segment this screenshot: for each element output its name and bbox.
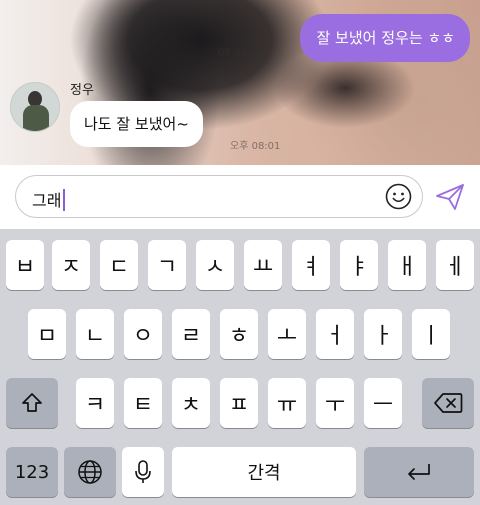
message-input-bar: 그래 xyxy=(0,165,480,229)
avatar[interactable] xyxy=(10,82,60,132)
key-yo[interactable]: ㅛ xyxy=(244,240,282,290)
key-eu[interactable]: ㅡ xyxy=(364,378,402,428)
key-p[interactable]: ㅍ xyxy=(220,378,258,428)
chat-area: 잘 보냈어 정우는 ㅎㅎ 08:01 정우 나도 잘 보냈어~ 오후 08:01 xyxy=(0,0,480,165)
numbers-key[interactable]: 123 xyxy=(6,447,58,497)
return-icon xyxy=(404,461,434,483)
key-o[interactable]: ㅗ xyxy=(268,309,306,359)
delete-key[interactable] xyxy=(422,378,474,428)
key-ae[interactable]: ㅐ xyxy=(388,240,426,290)
key-h[interactable]: ㅎ xyxy=(220,309,258,359)
key-t[interactable]: ㅌ xyxy=(124,378,162,428)
key-m[interactable]: ㅁ xyxy=(28,309,66,359)
received-message-bubble[interactable]: 나도 잘 보냈어~ xyxy=(70,101,203,147)
globe-key[interactable] xyxy=(64,447,116,497)
globe-icon xyxy=(77,459,103,485)
key-n[interactable]: ㄴ xyxy=(76,309,114,359)
key-yu[interactable]: ㅠ xyxy=(268,378,306,428)
key-yeo[interactable]: ㅕ xyxy=(292,240,330,290)
return-key[interactable] xyxy=(364,447,474,497)
key-j[interactable]: ㅈ xyxy=(52,240,90,290)
key-i[interactable]: ㅣ xyxy=(412,309,450,359)
backspace-icon xyxy=(433,392,463,414)
sent-message-time: 08:01 xyxy=(218,47,247,58)
key-r[interactable]: ㄹ xyxy=(172,309,210,359)
sent-message-bubble[interactable]: 잘 보냈어 정우는 ㅎㅎ xyxy=(300,14,470,62)
key-e[interactable]: ㅔ xyxy=(436,240,474,290)
key-ya[interactable]: ㅑ xyxy=(340,240,378,290)
sender-name: 정우 xyxy=(70,83,94,98)
message-input[interactable]: 그래 xyxy=(15,175,423,218)
key-eo[interactable]: ㅓ xyxy=(316,309,354,359)
key-g[interactable]: ㄱ xyxy=(148,240,186,290)
key-ch[interactable]: ㅊ xyxy=(172,378,210,428)
key-k[interactable]: ㅋ xyxy=(76,378,114,428)
space-key[interactable]: 간격 xyxy=(172,447,356,497)
key-u[interactable]: ㅜ xyxy=(316,378,354,428)
keyboard: ㅂ ㅈ ㄷ ㄱ ㅅ ㅛ ㅕ ㅑ ㅐ ㅔ ㅁ ㄴ ㅇ ㄹ ㅎ ㅗ ㅓ ㅏ ㅣ ㅋ … xyxy=(0,229,480,505)
key-s[interactable]: ㅅ xyxy=(196,240,234,290)
key-a[interactable]: ㅏ xyxy=(364,309,402,359)
mic-key[interactable] xyxy=(122,447,164,497)
shift-key[interactable] xyxy=(6,378,58,428)
microphone-icon xyxy=(134,459,152,485)
paper-plane-icon[interactable] xyxy=(435,183,465,211)
smiley-icon[interactable] xyxy=(385,183,412,210)
key-d[interactable]: ㄷ xyxy=(100,240,138,290)
received-message-time: 오후 08:01 xyxy=(230,141,281,152)
key-ng[interactable]: ㅇ xyxy=(124,309,162,359)
message-input-text[interactable]: 그래 xyxy=(32,187,66,211)
shift-icon xyxy=(20,391,44,415)
text-caret xyxy=(63,189,66,211)
key-b[interactable]: ㅂ xyxy=(6,240,44,290)
